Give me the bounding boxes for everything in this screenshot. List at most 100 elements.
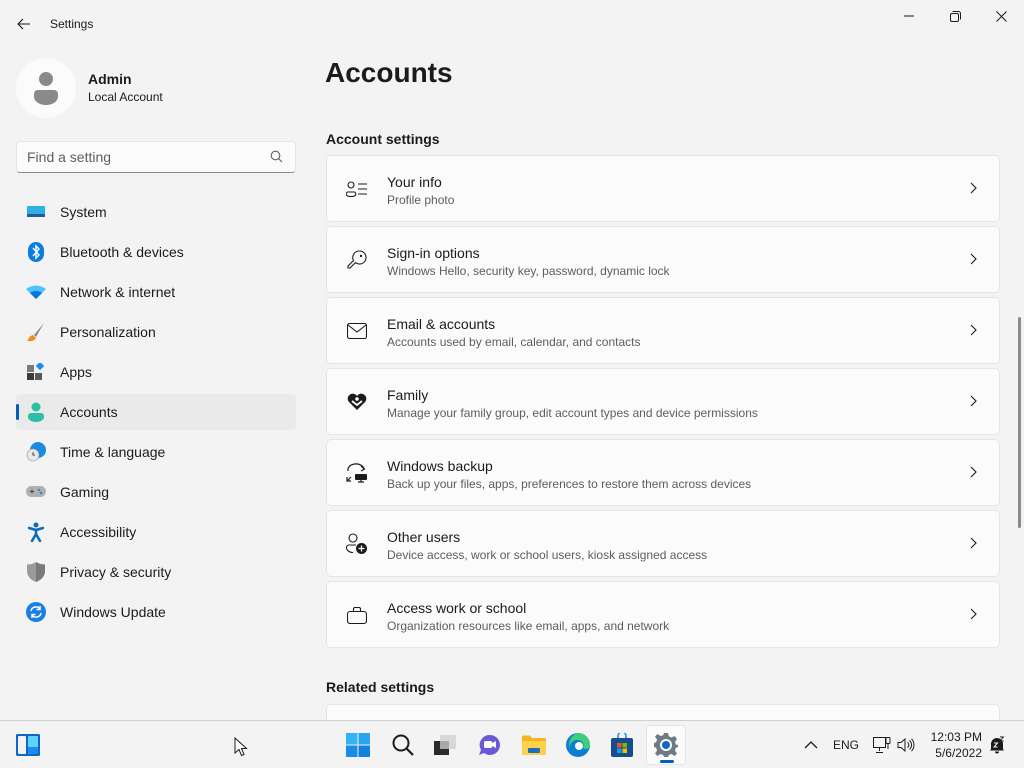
sidebar-item-label: Personalization bbox=[60, 324, 156, 340]
sidebar: Admin Local Account System Bluetooth & d… bbox=[0, 48, 310, 720]
related-settings-card[interactable] bbox=[326, 704, 1000, 720]
scrollbar-thumb[interactable] bbox=[1018, 317, 1021, 528]
sidebar-item-time-language[interactable]: Time & language bbox=[16, 434, 296, 470]
mouse-cursor-icon bbox=[234, 737, 248, 757]
widgets-button[interactable] bbox=[8, 725, 48, 765]
sidebar-item-apps[interactable]: Apps bbox=[16, 354, 296, 390]
sidebar-item-personalization[interactable]: Personalization bbox=[16, 314, 296, 350]
accessibility-icon bbox=[26, 522, 46, 542]
search-taskbar-button[interactable] bbox=[383, 725, 423, 765]
profile-name: Admin bbox=[88, 71, 132, 87]
system-icon bbox=[26, 202, 46, 222]
briefcase-icon bbox=[346, 604, 368, 626]
backup-icon bbox=[346, 462, 368, 484]
apps-icon bbox=[26, 362, 46, 382]
card-email-accounts[interactable]: Email & accounts Accounts used by email,… bbox=[326, 297, 1000, 364]
task-view-icon bbox=[434, 735, 456, 755]
minimize-icon bbox=[904, 15, 914, 17]
card-subtitle: Windows Hello, security key, password, d… bbox=[387, 264, 670, 278]
back-button[interactable] bbox=[10, 10, 38, 38]
task-view-button[interactable] bbox=[425, 725, 465, 765]
bell-snooze-icon bbox=[990, 736, 1005, 754]
card-subtitle: Device access, work or school users, kio… bbox=[387, 548, 708, 562]
person-list-icon bbox=[346, 178, 368, 200]
restore-button[interactable] bbox=[932, 0, 978, 32]
sidebar-item-label: Gaming bbox=[60, 484, 110, 500]
settings-taskbar-button[interactable] bbox=[646, 725, 686, 765]
sidebar-item-label: Time & language bbox=[60, 444, 166, 460]
sidebar-item-accounts[interactable]: Accounts bbox=[16, 394, 296, 430]
chevron-right-icon bbox=[970, 537, 977, 549]
store-button[interactable] bbox=[602, 725, 642, 765]
card-subtitle: Profile photo bbox=[387, 193, 455, 207]
profile[interactable]: Admin Local Account bbox=[16, 58, 163, 118]
card-your-info[interactable]: Your info Profile photo bbox=[326, 155, 1000, 222]
folder-icon bbox=[522, 735, 546, 755]
sidebar-item-accessibility[interactable]: Accessibility bbox=[16, 514, 296, 550]
app-title: Settings bbox=[50, 17, 94, 31]
clock[interactable]: 12:03 PM 5/6/2022 bbox=[928, 729, 982, 761]
account-settings-list: Your info Profile photo Sign-in options … bbox=[326, 155, 1000, 652]
volume-button[interactable] bbox=[888, 725, 924, 765]
card-sign-in-options[interactable]: Sign-in options Windows Hello, security … bbox=[326, 226, 1000, 293]
person-add-icon bbox=[346, 533, 368, 555]
card-windows-backup[interactable]: Windows backup Back up your files, apps,… bbox=[326, 439, 1000, 506]
card-family[interactable]: Family Manage your family group, edit ac… bbox=[326, 368, 1000, 435]
chat-icon bbox=[479, 734, 500, 755]
search-input[interactable] bbox=[17, 149, 257, 165]
card-other-users[interactable]: Other users Device access, work or schoo… bbox=[326, 510, 1000, 577]
shield-icon bbox=[26, 562, 46, 582]
language-indicator[interactable]: ENG bbox=[833, 738, 859, 752]
show-hidden-icons-button[interactable] bbox=[791, 725, 831, 765]
section-title-related-settings: Related settings bbox=[326, 679, 435, 695]
bluetooth-icon bbox=[26, 242, 46, 262]
key-icon bbox=[346, 249, 368, 271]
chevron-up-icon bbox=[804, 741, 818, 749]
card-title: Your info bbox=[387, 174, 442, 190]
sidebar-item-label: Privacy & security bbox=[60, 564, 172, 580]
clock-date: 5/6/2022 bbox=[935, 746, 982, 760]
section-title-account-settings: Account settings bbox=[326, 131, 440, 147]
family-heart-icon bbox=[346, 391, 368, 413]
page-title: Accounts bbox=[325, 57, 453, 88]
brush-icon bbox=[26, 322, 46, 342]
profile-account-type: Local Account bbox=[88, 90, 163, 104]
restore-icon bbox=[949, 10, 961, 22]
start-button[interactable] bbox=[338, 725, 378, 765]
arrow-left-icon bbox=[17, 18, 30, 30]
card-title: Access work or school bbox=[387, 600, 527, 616]
notifications-button[interactable] bbox=[985, 725, 1009, 765]
sidebar-item-windows-update[interactable]: Windows Update bbox=[16, 594, 296, 630]
windows-logo-icon bbox=[346, 733, 370, 757]
sidebar-item-gaming[interactable]: Gaming bbox=[16, 474, 296, 510]
chevron-right-icon bbox=[970, 466, 977, 478]
chevron-right-icon bbox=[970, 395, 977, 407]
close-icon bbox=[995, 10, 1007, 22]
close-button[interactable] bbox=[978, 0, 1024, 32]
gamepad-icon bbox=[26, 482, 46, 502]
card-access-work-school[interactable]: Access work or school Organization resou… bbox=[326, 581, 1000, 648]
search-icon bbox=[392, 734, 414, 756]
chevron-right-icon bbox=[970, 608, 977, 620]
chat-button[interactable] bbox=[470, 725, 510, 765]
sidebar-item-privacy-security[interactable]: Privacy & security bbox=[16, 554, 296, 590]
sidebar-item-bluetooth[interactable]: Bluetooth & devices bbox=[16, 234, 296, 270]
search-icon[interactable] bbox=[270, 150, 283, 163]
store-icon bbox=[611, 733, 633, 757]
sidebar-nav: System Bluetooth & devices Network & int… bbox=[16, 194, 296, 634]
wifi-icon bbox=[26, 282, 46, 302]
file-explorer-button[interactable] bbox=[514, 725, 554, 765]
main-content: Accounts Account settings Your info Prof… bbox=[310, 48, 1024, 720]
card-title: Family bbox=[387, 387, 429, 403]
edge-button[interactable] bbox=[558, 725, 598, 765]
search-box[interactable] bbox=[16, 141, 296, 173]
clock-time: 12:03 PM bbox=[930, 730, 982, 744]
update-icon bbox=[26, 602, 46, 622]
sidebar-item-label: System bbox=[60, 204, 107, 220]
sidebar-item-network[interactable]: Network & internet bbox=[16, 274, 296, 310]
minimize-button[interactable] bbox=[886, 0, 932, 32]
card-subtitle: Accounts used by email, calendar, and co… bbox=[387, 335, 641, 349]
card-title: Other users bbox=[387, 529, 461, 545]
edge-icon bbox=[566, 733, 590, 757]
sidebar-item-system[interactable]: System bbox=[16, 194, 296, 230]
